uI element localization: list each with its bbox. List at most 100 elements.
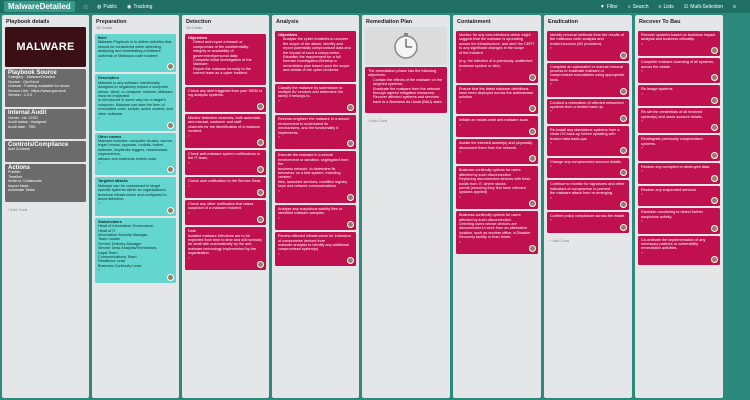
list-title[interactable]: Recover To Bau [637, 17, 721, 25]
search-button[interactable]: ⌕ Search [628, 4, 649, 10]
add-card-button[interactable]: + Add Card [4, 204, 87, 215]
task-card[interactable]: Check user notification to the Service D… [185, 177, 266, 198]
lists-button[interactable]: ≡ Lists [659, 4, 674, 10]
list-title[interactable]: Eradication [546, 17, 630, 25]
task-card[interactable]: Monitor detection channels, both automat… [185, 113, 266, 148]
task-card[interactable]: Stakeholders Head of Information Governa… [95, 217, 176, 283]
task-card[interactable]: Review affected infrastructure for indic… [275, 232, 356, 267]
avatar[interactable] [347, 257, 354, 265]
avatar[interactable] [711, 151, 718, 159]
avatar[interactable] [257, 138, 264, 146]
card-internal-audit[interactable]: Internal Audit Owner : Mr. CISO Audit st… [5, 109, 86, 140]
card-playbook-source[interactable]: Playbook Source Category : MalwareDetail… [5, 69, 86, 108]
task-card[interactable]: Business continuity options for users af… [456, 211, 538, 254]
task-card[interactable]: Monitor for any new infections which mig… [456, 31, 538, 83]
avatar[interactable] [347, 221, 354, 229]
avatar[interactable] [620, 114, 627, 122]
add-card-button[interactable]: + Add Card [546, 235, 630, 246]
task-card[interactable]: Complete an automated or manual removal … [547, 62, 629, 97]
avatar[interactable] [167, 121, 174, 129]
list-title[interactable]: Preparation [94, 17, 177, 25]
stopwatch-image[interactable] [365, 27, 447, 65]
task-card[interactable]: Confirm policy compliance across the est… [547, 211, 629, 233]
list-title[interactable]: Remediation Plan [364, 17, 448, 25]
avatar[interactable] [529, 200, 536, 208]
multiselect-button[interactable]: ☑ Multi-Selection [684, 4, 723, 10]
task-card[interactable]: Execute the malware in a secure environm… [275, 151, 356, 203]
avatar[interactable] [529, 155, 536, 163]
add-card-button[interactable]: + Add Card [364, 115, 448, 126]
task-card[interactable]: Classify the malware by submission to mu… [275, 83, 356, 114]
avatar[interactable] [257, 216, 264, 224]
task-card[interactable]: Reintegrate previously compromised syste… [638, 135, 720, 161]
task-card[interactable]: Isolate the infected assets(s) and physi… [456, 139, 538, 165]
avatar[interactable] [711, 97, 718, 105]
avatar[interactable] [529, 73, 536, 81]
avatar[interactable] [620, 223, 627, 231]
task-card[interactable]: Conduct a restoration of affected networ… [547, 98, 629, 124]
task-card[interactable]: Other names Malware includes: computer v… [95, 132, 176, 176]
menu-button[interactable]: ≡ [733, 4, 736, 10]
card-detection-objectives[interactable]: Objectives Detect and report a breach or… [185, 34, 266, 85]
avatar[interactable] [167, 206, 174, 214]
list-title[interactable]: Playbook details [4, 17, 87, 25]
task-card[interactable]: Check any other notification that raises… [185, 199, 266, 226]
avatar[interactable] [711, 256, 718, 264]
avatar[interactable] [347, 193, 354, 201]
task-card[interactable]: Restore any suspended services. ≡ [638, 185, 720, 207]
task-card[interactable]: Re-image systems. ≡ [638, 85, 720, 107]
avatar[interactable] [167, 166, 174, 174]
avatar[interactable] [711, 197, 718, 205]
avatar[interactable] [529, 245, 536, 252]
list-title[interactable]: Analysis [274, 17, 357, 25]
task-card[interactable]: Initiate an estate-wide anti-malware sca… [456, 116, 538, 138]
list-title[interactable]: Detection [184, 17, 267, 25]
task-card[interactable]: Check any alert triggered from your SIEM… [185, 86, 266, 112]
card-remediation-objectives[interactable]: The remediation phase has the following … [365, 67, 447, 114]
avatar[interactable] [257, 188, 264, 196]
task-card[interactable]: Check anti-malware system notifications … [185, 149, 266, 176]
avatar[interactable] [620, 51, 627, 59]
list-title[interactable]: Containment [455, 17, 539, 25]
avatar[interactable] [529, 105, 536, 113]
task-card[interactable]: Re-install any standalone systems from a… [547, 125, 629, 156]
filter-button[interactable]: ▼ Filter [600, 4, 618, 10]
task-card[interactable]: Restore any corrupted or destroyed data.… [638, 162, 720, 184]
avatar[interactable] [711, 124, 718, 132]
avatar[interactable] [620, 146, 627, 154]
visibility-button[interactable]: ◍ Public [97, 4, 117, 10]
avatar[interactable] [257, 261, 264, 268]
malware-banner-image[interactable]: MALWARE [5, 27, 86, 67]
task-card[interactable]: Complete malware scanning of all systems… [638, 58, 720, 84]
task-card[interactable]: Re-set the credentials of all involved s… [638, 108, 720, 134]
task-card[interactable]: Change any compromised account details. ≡ [547, 157, 629, 179]
avatar[interactable] [711, 74, 718, 82]
avatar[interactable] [257, 166, 264, 174]
board-title[interactable]: MalwareDetailed [4, 1, 75, 12]
task-card[interactable]: Note Isolated malware infections are to … [185, 227, 266, 270]
avatar[interactable] [347, 140, 354, 148]
card-analysis-objectives[interactable]: Objectives Analyse the cyber incidents t… [275, 31, 356, 82]
avatar[interactable] [711, 174, 718, 182]
avatar[interactable] [347, 104, 354, 112]
task-card[interactable]: Establish monitoring to detect further s… [638, 208, 720, 234]
avatar[interactable] [167, 63, 174, 71]
tracking-button[interactable]: ◉ Tracking [127, 4, 152, 10]
task-card[interactable]: Description Malware is any software inte… [95, 74, 176, 131]
card-controls[interactable]: Controls/Compliance Add Controls [5, 141, 86, 162]
task-card[interactable]: Co-ordinate the implementation of any ne… [638, 235, 720, 266]
task-card[interactable]: Continue to monitor for signatures and o… [547, 180, 629, 210]
task-card[interactable]: Business continuity options for users af… [456, 166, 538, 210]
avatar[interactable] [711, 224, 718, 232]
avatar[interactable] [620, 200, 627, 208]
avatar[interactable] [620, 87, 627, 95]
avatar[interactable] [257, 102, 264, 110]
task-card[interactable]: Analyse any suspicious activity files or… [275, 204, 356, 231]
task-card[interactable]: Recover systems based on business impact… [638, 31, 720, 57]
card-actions[interactable]: Actions Publish Timeline Invite to Colla… [5, 163, 86, 203]
star-icon[interactable]: ☆ [83, 3, 89, 11]
task-card[interactable]: Ensure that the latest malware definitio… [456, 84, 538, 115]
avatar[interactable] [529, 128, 536, 136]
avatar[interactable] [167, 273, 174, 281]
task-card[interactable]: Brief Malware Playbook is to define acti… [95, 34, 176, 73]
